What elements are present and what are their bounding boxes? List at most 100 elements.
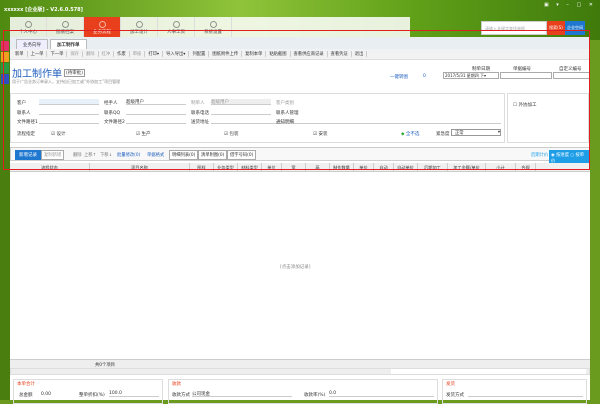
move-up-button[interactable]: 上移↑ [84,152,96,158]
window-controls[interactable]: ▣ ▾ – □ ✕ [544,2,596,8]
urgency-select[interactable]: 正常 ▾ [451,129,501,136]
user-icon [24,20,32,28]
column-header[interactable]: 单位 [262,163,282,171]
quick-convert-link[interactable]: 一键转图 [390,74,408,80]
import-export-button[interactable]: 导入导出▾ [163,51,190,57]
nav-personal[interactable]: 个人中心 [10,17,47,38]
customer-label: 客户 [17,101,26,106]
nav-drawings[interactable]: 图纸档案 [47,17,84,38]
prev-button[interactable]: 上一单 [28,51,48,57]
copy-order-button[interactable]: 复制本单 [242,51,267,57]
archive-icon [61,20,69,28]
qq-field[interactable] [126,109,186,115]
column-header[interactable]: 加工金额/单价 [448,163,486,171]
page-title: 加工制作单 [12,69,62,80]
column-header[interactable]: 单价 [354,163,374,171]
later-pricing-link[interactable]: 后期计价 [531,152,548,158]
next-button[interactable]: 下一单 [47,51,68,57]
save-button[interactable]: 保存 [67,51,83,57]
customer-field[interactable] [39,99,99,105]
tab-attachments[interactable]: 清单附图(0) [198,150,228,160]
tab-detail-list[interactable]: 明细列表(0) [169,150,199,160]
column-header[interactable]: 图样 [190,163,214,171]
flow-packing-checkbox[interactable]: ☑ 包装 [224,131,238,137]
discount-field[interactable]: 100.0 [109,391,159,397]
quick-icon[interactable] [1,74,9,84]
column-header[interactable]: 项目名称 [90,163,190,171]
nav-business[interactable]: 业务流程 [84,17,121,38]
supplier-records-button[interactable]: 查看供应商记录 [291,51,328,57]
path2-field[interactable] [126,118,186,124]
number-field[interactable] [500,72,552,79]
quick-icon[interactable] [1,52,9,62]
path1-field[interactable] [39,118,99,124]
print-button[interactable]: 打印▾ [145,51,164,57]
empty-table-prompt[interactable]: [点击添加记录] [280,264,311,270]
creator-field: 超级用户 [211,99,271,105]
receipt-method-field[interactable]: 公司现金 [192,391,292,397]
path2-label: 文件路径2 [104,120,125,125]
address-field[interactable] [211,118,501,124]
search-input[interactable]: 请输入关键字查找单据 [481,21,547,35]
approve-button[interactable]: 审核 [130,51,146,57]
copy-add-button[interactable]: 复制新增 [41,150,65,160]
date-field[interactable]: 2017/5/31 星期四 下▾ [443,72,499,79]
tab-business-guide[interactable]: 业务向导 [16,39,48,49]
handler-field[interactable]: 超级用户 [126,99,186,105]
delete-row-button[interactable]: 删除 [73,152,82,158]
select-none-link[interactable]: ◆ 全不选 [401,131,419,137]
contact-field[interactable] [39,109,99,115]
flow-install-checkbox[interactable]: ☑ 安装 [313,131,327,137]
tab-numbers[interactable]: 借字号码(0) [227,150,257,160]
quick-icon[interactable] [1,41,9,51]
scroll-thumb[interactable] [391,369,586,374]
paste-screenshot-button[interactable]: 粘贴截图 [266,51,291,57]
batch-edit-button[interactable]: 批量修改(0) [117,152,140,158]
tab-work-order[interactable]: 加工制作单 [50,39,87,49]
column-header[interactable]: 自动单价 [394,163,418,171]
enterprise-space-button[interactable]: 企业空间 [565,21,585,35]
delete-button[interactable]: 删除 [83,51,99,57]
customer-type-label: 客户类别 [276,101,294,106]
column-header[interactable]: 制作数量 [330,163,354,171]
voucher-button[interactable]: 查看凭证 [328,51,352,57]
exit-button[interactable]: 退出 [352,51,368,57]
search-button[interactable]: 搜索(S) [547,21,565,35]
column-header[interactable]: 后期加工 [418,163,448,171]
column-header[interactable]: 合规 [516,163,536,171]
column-config-button[interactable]: 列配置 [189,51,210,57]
column-header[interactable]: 宽 [282,163,306,171]
format-button[interactable]: 单据格式 [147,152,164,158]
page-subtitle: 用于广告业务订单录入，支持自已加工或“外协加工”项目管理 [12,79,121,84]
new-button[interactable]: 新单 [12,51,28,57]
reverse-button[interactable]: 红冲 [99,51,115,57]
column-header[interactable]: 材料类型 [238,163,262,171]
flow-production-checkbox[interactable]: ☑ 生产 [136,131,150,137]
print-count[interactable]: 0 [423,74,426,79]
column-header[interactable]: 流程状态 [10,163,90,171]
nav-design[interactable]: 加工设计 [121,17,158,38]
outsource-checkbox[interactable]: ☐ 外协加工 [513,102,536,108]
phone-field[interactable] [211,109,271,115]
flow-icon [98,20,106,28]
void-button[interactable]: 作废 [114,51,130,57]
quick-icon[interactable] [1,63,9,73]
add-record-button[interactable]: 新增记录 [15,150,41,160]
table-footer: 共0个项目 [10,359,590,368]
column-header[interactable]: 小计 [486,163,516,171]
column-header[interactable]: 业务类型 [214,163,238,171]
receipt-rate-field[interactable]: 0.0 [329,391,434,397]
summary-panel: 本单合计 总金额 0.00 整单折扣(%) 100.0 [13,379,163,404]
custom-number-field[interactable] [553,72,590,79]
horizontal-scrollbar[interactable] [10,368,590,375]
flow-design-checkbox[interactable]: ☑ 设计 [51,131,65,137]
nav-hr[interactable]: 人事工资 [158,17,195,38]
column-header[interactable]: 高 [306,163,330,171]
upload-button[interactable]: 图纸附件上传 [209,51,243,57]
design-icon [135,20,143,28]
contact-manager-link[interactable]: 联系人管理 [276,110,299,116]
nav-settings[interactable]: 系统设置 [195,17,232,38]
column-header[interactable]: 自动 [374,163,394,171]
move-down-button[interactable]: 下移↓ [100,152,112,158]
delivery-method-field[interactable] [468,391,583,397]
